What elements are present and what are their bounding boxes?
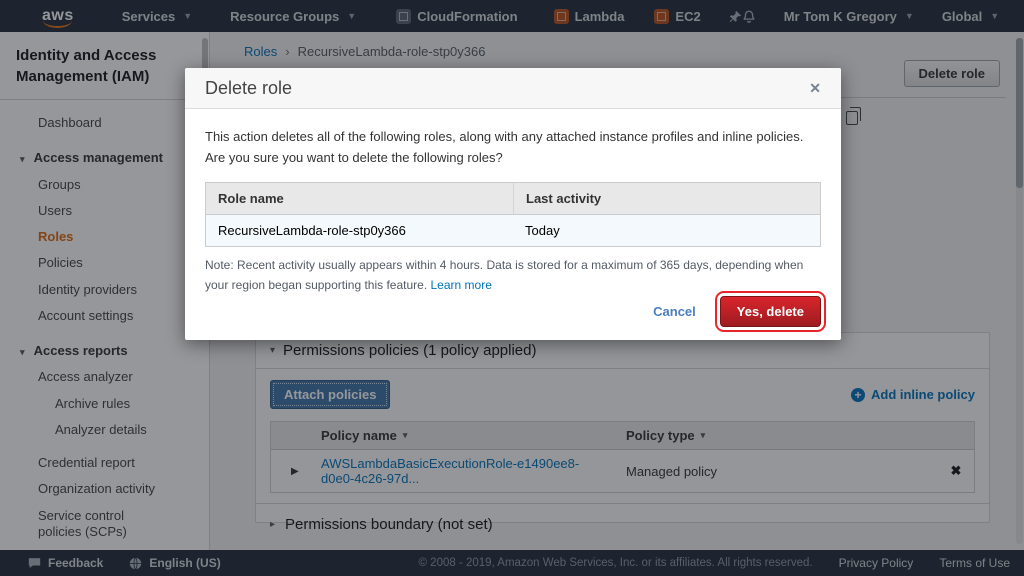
roles-to-delete-table: Role name Last activity RecursiveLambda-…: [205, 182, 821, 247]
modal-header: Delete role ✕: [185, 68, 841, 109]
close-icon[interactable]: ✕: [809, 80, 821, 97]
modal-note: Note: Recent activity usually appears wi…: [205, 255, 821, 296]
last-activity-value: Today: [513, 215, 820, 246]
role-name-column-header: Role name: [206, 183, 513, 214]
last-activity-column-header: Last activity: [513, 183, 820, 214]
role-name-value: RecursiveLambda-role-stp0y366: [206, 215, 513, 246]
yes-delete-button[interactable]: Yes, delete: [720, 296, 821, 327]
role-table-row: RecursiveLambda-role-stp0y366 Today: [206, 215, 820, 246]
roles-table-header: Role name Last activity: [206, 183, 820, 215]
cancel-button[interactable]: Cancel: [653, 304, 696, 319]
delete-role-modal: Delete role ✕ This action deletes all of…: [185, 68, 841, 340]
modal-title: Delete role: [205, 78, 292, 99]
modal-message: This action deletes all of the following…: [205, 126, 805, 169]
learn-more-link[interactable]: Learn more: [431, 278, 492, 292]
